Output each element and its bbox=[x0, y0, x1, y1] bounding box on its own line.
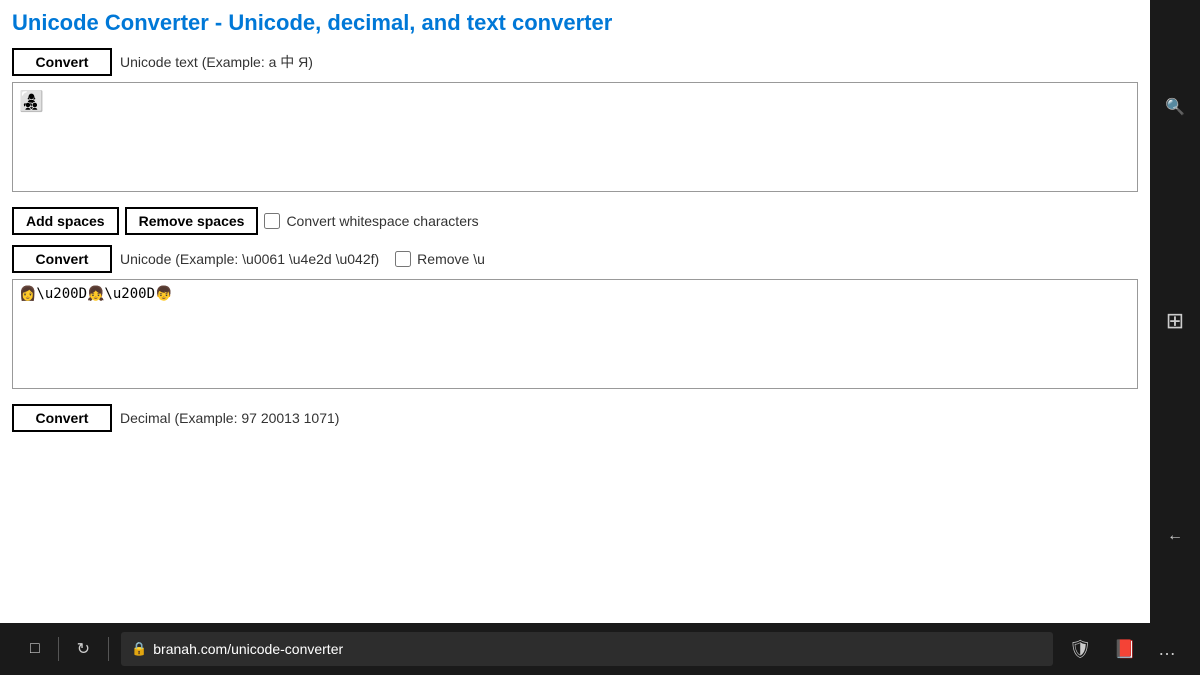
more-button[interactable]: … bbox=[1150, 635, 1184, 664]
windows-button[interactable]: ⊞ bbox=[1152, 234, 1198, 408]
convert-whitespace-checkbox[interactable] bbox=[264, 213, 280, 229]
remove-u-label: Remove \u bbox=[417, 251, 485, 267]
taskbar-right-buttons: 🛡 📕 … bbox=[1061, 635, 1184, 664]
search-button[interactable]: 🔍 bbox=[1151, 20, 1199, 194]
divider-2 bbox=[108, 637, 109, 661]
back-button[interactable]: ← bbox=[1153, 449, 1197, 623]
unicode-text-label: Unicode text (Example: a 中 Я) bbox=[120, 52, 313, 72]
search-icon: 🔍 bbox=[1165, 97, 1185, 117]
remove-spaces-button[interactable]: Remove spaces bbox=[125, 207, 259, 235]
lock-icon: 🔒 bbox=[131, 641, 147, 657]
unicode-text-input[interactable]: 👩‍👧‍👦 bbox=[12, 82, 1138, 192]
convert-button-3[interactable]: Convert bbox=[12, 404, 112, 432]
convert-button-1[interactable]: Convert bbox=[12, 48, 112, 76]
tab-icon: □ bbox=[30, 640, 40, 658]
book-icon: 📕 bbox=[1114, 639, 1136, 659]
browser-taskbar: □ ↻ 🔒 branah.com/unicode-converter 🛡 📕 … bbox=[0, 623, 1200, 675]
convert-button-2[interactable]: Convert bbox=[12, 245, 112, 273]
reading-view-button[interactable]: 📕 bbox=[1106, 635, 1144, 664]
unicode-code-label: Unicode (Example: \u0061 \u4e2d \u042f) bbox=[120, 251, 379, 267]
tab-view-button[interactable]: □ bbox=[16, 623, 54, 675]
unicode-code-input[interactable]: 👩\u200D👧\u200D👦 bbox=[12, 279, 1138, 389]
url-bar[interactable]: 🔒 branah.com/unicode-converter bbox=[121, 632, 1053, 666]
shield-icon: 🛡 bbox=[1069, 639, 1092, 659]
shield-button[interactable]: 🛡 bbox=[1061, 635, 1100, 664]
remove-u-checkbox[interactable] bbox=[395, 251, 411, 267]
right-sidebar: 🔍 ⊞ ← bbox=[1150, 0, 1200, 623]
refresh-icon: ↻ bbox=[77, 639, 90, 659]
url-text: branah.com/unicode-converter bbox=[153, 641, 343, 657]
windows-icon: ⊞ bbox=[1166, 308, 1184, 334]
add-spaces-button[interactable]: Add spaces bbox=[12, 207, 119, 235]
refresh-button[interactable]: ↻ bbox=[63, 623, 104, 675]
convert-whitespace-label: Convert whitespace characters bbox=[286, 213, 478, 229]
back-icon: ← bbox=[1167, 527, 1183, 545]
decimal-label: Decimal (Example: 97 20013 1071) bbox=[120, 410, 339, 426]
page-title: Unicode Converter - Unicode, decimal, an… bbox=[12, 10, 1138, 36]
divider-1 bbox=[58, 637, 59, 661]
more-icon: … bbox=[1158, 639, 1176, 659]
